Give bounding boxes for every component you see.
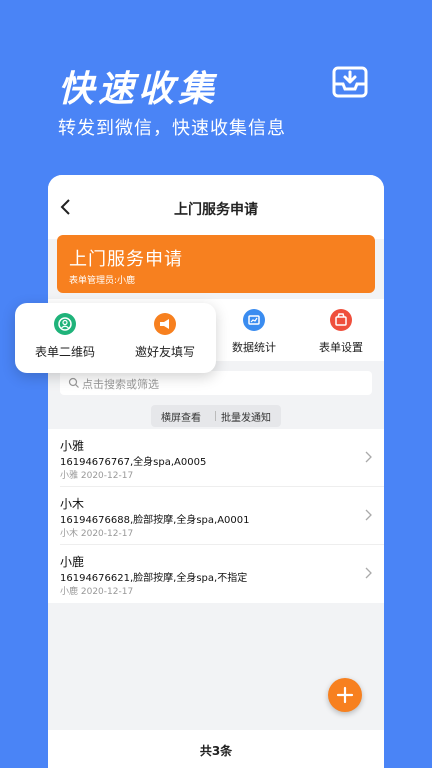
batch-notify-button[interactable]: 批量发通知 (221, 409, 271, 424)
record-list: 小雅 16194676767,全身spa,A0005 小雅 2020-12-17… (48, 429, 384, 603)
stats-label: 数据统计 (232, 341, 276, 354)
qr-code-button[interactable]: 表单二维码 (15, 313, 115, 360)
list-item[interactable]: 小木 16194676688,脸部按摩,全身spa,A0001 小木 2020-… (60, 487, 384, 545)
stats-icon (243, 309, 265, 331)
invite-label: 邀好友填写 (134, 345, 195, 359)
phone-screen: 上门服务申请 上门服务申请 表单管理员:小鹿 数据统计 表单设置 点击搜索或筛选… (48, 175, 384, 768)
search-placeholder: 点击搜索或筛选 (82, 378, 159, 391)
record-name: 小雅 (60, 439, 85, 453)
search-icon (68, 377, 79, 388)
chevron-right-icon (365, 509, 372, 521)
footer-bar: 共3条 (48, 730, 384, 768)
form-banner: 上门服务申请 表单管理员:小鹿 (57, 235, 375, 293)
record-detail: 16194676621,脸部按摩,全身spa,不指定 (60, 573, 248, 584)
list-item[interactable]: 小雅 16194676767,全身spa,A0005 小雅 2020-12-17 (60, 429, 384, 487)
view-options: 横屏查看 批量发通知 (151, 405, 281, 427)
settings-icon (330, 309, 352, 331)
settings-label: 表单设置 (319, 341, 363, 354)
divider (215, 411, 216, 421)
settings-button[interactable]: 表单设置 (306, 309, 376, 355)
add-record-button[interactable] (328, 678, 362, 712)
chevron-right-icon (365, 451, 372, 463)
record-meta: 小木 2020-12-17 (60, 529, 134, 539)
qr-label: 表单二维码 (34, 345, 95, 359)
search-input[interactable]: 点击搜索或筛选 (60, 371, 372, 395)
form-title: 上门服务申请 (69, 249, 183, 270)
landscape-view-button[interactable]: 横屏查看 (161, 409, 201, 424)
list-item[interactable]: 小鹿 16194676621,脸部按摩,全身spa,不指定 小鹿 2020-12… (60, 545, 384, 603)
hero-title: 快速收集 (58, 69, 219, 110)
record-detail: 16194676688,脸部按摩,全身spa,A0001 (60, 515, 250, 526)
record-meta: 小雅 2020-12-17 (60, 471, 134, 481)
record-name: 小鹿 (60, 555, 85, 569)
qr-icon (54, 313, 76, 335)
total-count: 共3条 (199, 744, 233, 758)
form-admin: 表单管理员:小鹿 (69, 276, 136, 286)
hero-subtitle: 转发到微信，快速收集信息 (58, 118, 286, 139)
plus-icon (336, 686, 354, 704)
nav-bar: 上门服务申请 (48, 175, 384, 239)
invite-button[interactable]: 邀好友填写 (115, 313, 215, 360)
record-name: 小木 (60, 497, 85, 511)
stats-button[interactable]: 数据统计 (219, 309, 289, 355)
invite-icon (154, 313, 176, 335)
record-detail: 16194676767,全身spa,A0005 (60, 457, 207, 468)
share-popup: 表单二维码 邀好友填写 (15, 303, 216, 373)
chevron-right-icon (365, 567, 372, 579)
inbox-download-icon (332, 66, 368, 98)
page-title: 上门服务申请 (174, 202, 258, 218)
record-meta: 小鹿 2020-12-17 (60, 587, 134, 597)
